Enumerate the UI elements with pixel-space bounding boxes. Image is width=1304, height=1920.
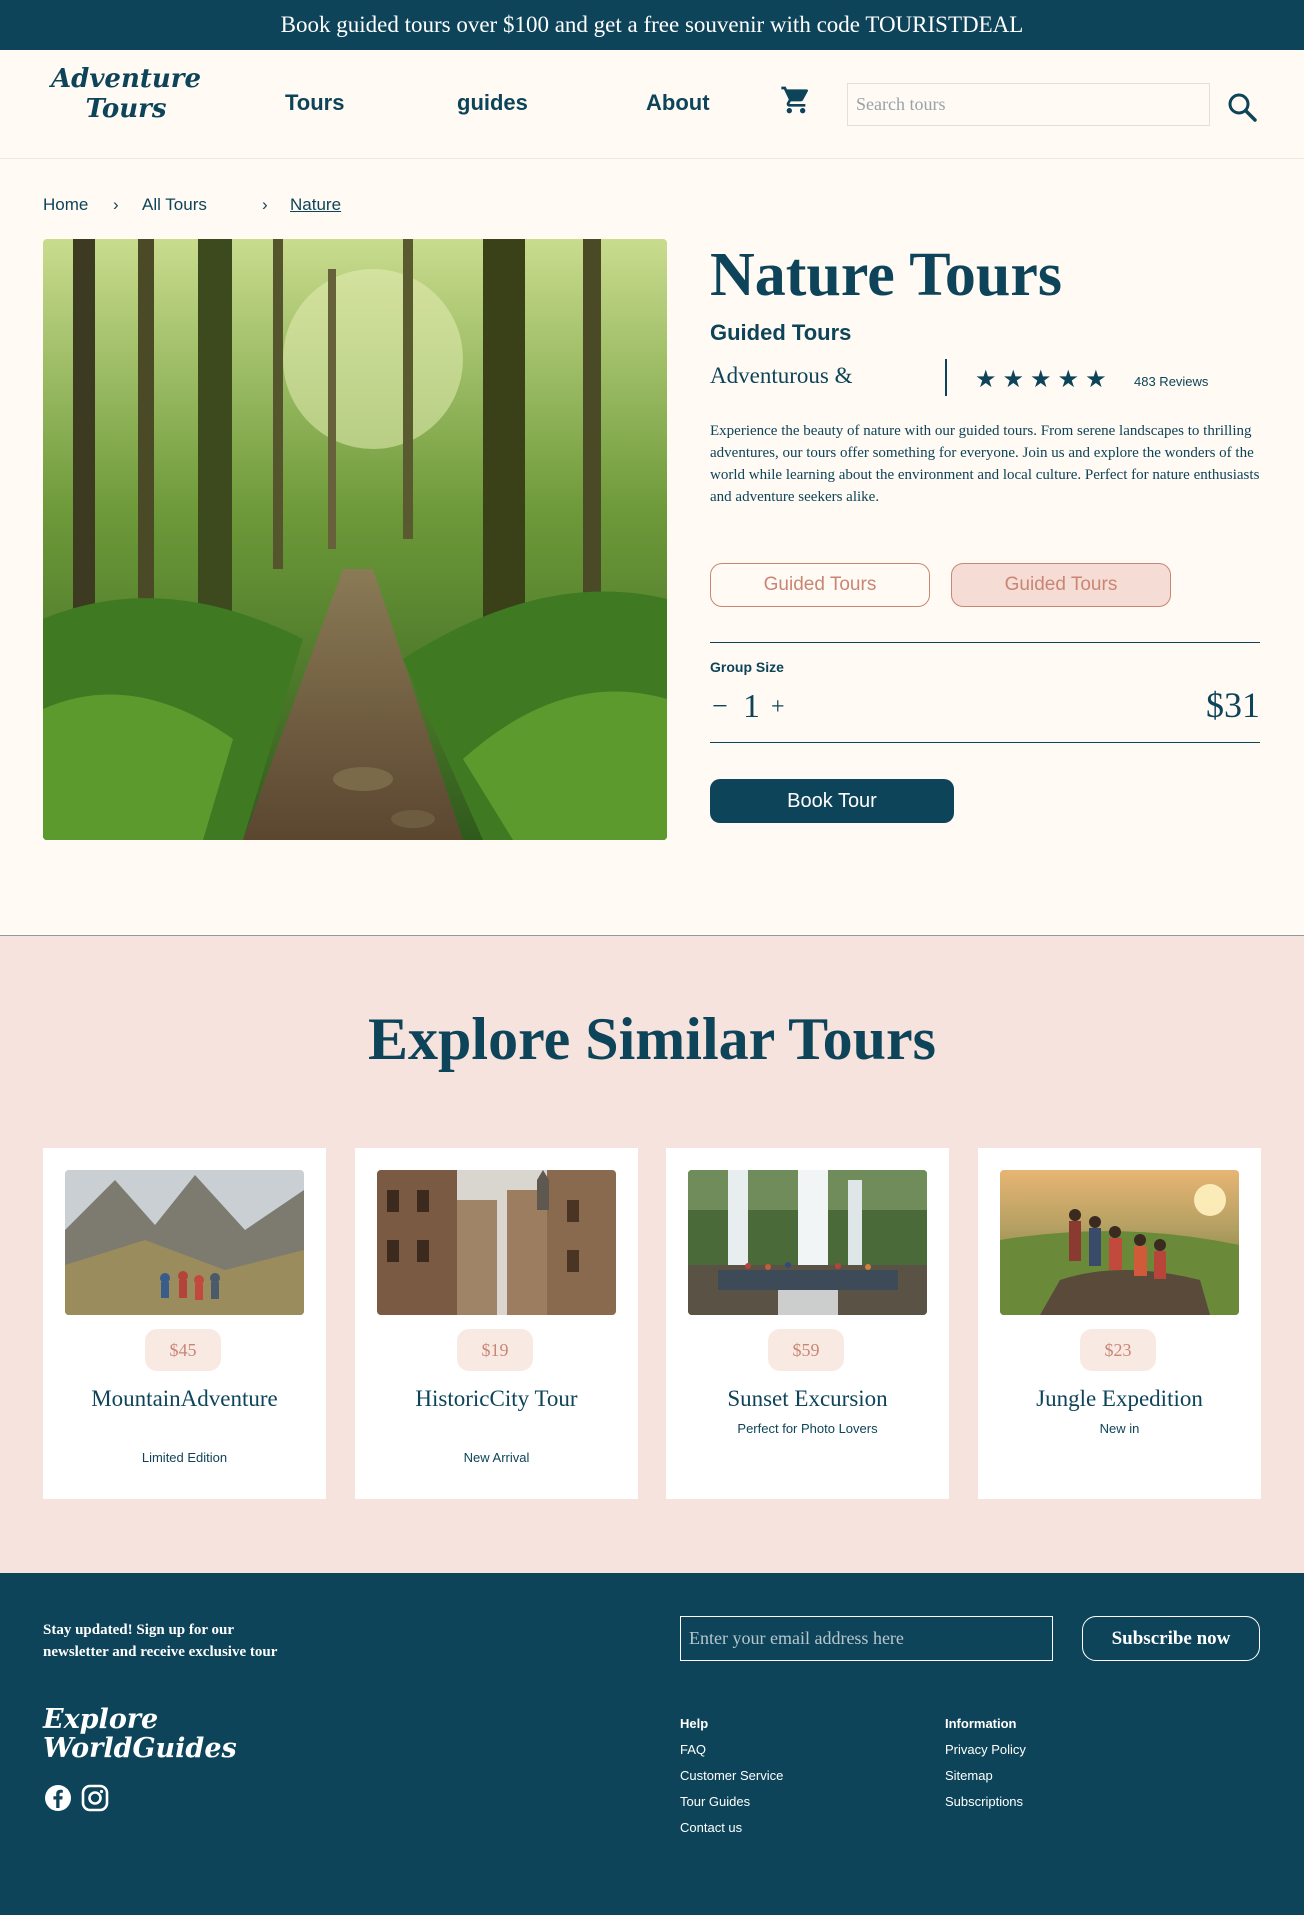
search-input[interactable] (847, 83, 1210, 126)
tour-card-image (377, 1170, 616, 1315)
quantity-value: 1 (743, 688, 760, 725)
nav-guides[interactable]: guides (457, 90, 528, 116)
reviews-count[interactable]: 483 Reviews (1134, 374, 1208, 389)
footer-link-faq[interactable]: FAQ (680, 1742, 783, 1757)
tour-card-badge: Limited Edition (141, 1450, 228, 1465)
logo-line-2: Tours (85, 94, 167, 124)
nav-tours[interactable]: Tours (285, 90, 344, 116)
tour-card-badge: Perfect for Photo Lovers (737, 1421, 878, 1436)
facebook-icon[interactable] (44, 1784, 72, 1812)
tour-card[interactable]: $19 HistoricCity Tour New Arrival (355, 1148, 638, 1499)
tour-hero-image (43, 239, 667, 840)
site-footer: Stay updated! Sign up for our newsletter… (0, 1573, 1304, 1915)
footer-link-tour-guides[interactable]: Tour Guides (680, 1794, 783, 1809)
promo-banner: Book guided tours over $100 and get a fr… (0, 0, 1304, 50)
tour-card-image (1000, 1170, 1239, 1315)
tour-card-image (688, 1170, 927, 1315)
product-price: $31 (1206, 685, 1260, 725)
tour-card-price: $59 (768, 1329, 844, 1371)
subscribe-button[interactable]: Subscribe now (1082, 1616, 1260, 1661)
book-tour-button[interactable]: Book Tour (710, 779, 954, 823)
newsletter-text: Stay updated! Sign up for our newsletter… (43, 1622, 278, 1660)
tour-card-name[interactable]: MountainAdventure (43, 1386, 326, 1412)
tour-card[interactable]: $45 MountainAdventure Limited Edition (43, 1148, 326, 1499)
footer-logo[interactable]: Explore WorldGuides (43, 1705, 263, 1763)
page-bottom-edge (0, 1915, 1304, 1920)
tour-card-name[interactable]: Jungle Expedition (978, 1386, 1261, 1412)
tour-card[interactable]: $59 Sunset Excursion Perfect for Photo L… (666, 1148, 949, 1499)
product-subtitle: Guided Tours (710, 320, 852, 345)
divider (945, 359, 947, 396)
breadcrumb-separator: › (262, 195, 268, 214)
product-tagline: Adventurous & (710, 363, 853, 388)
tour-card-image (65, 1170, 304, 1315)
page-title: Nature Tours (710, 241, 1062, 309)
footer-link-subscriptions[interactable]: Subscriptions (945, 1794, 1026, 1809)
divider (710, 742, 1260, 743)
footer-information-column: Information Privacy Policy Sitemap Subsc… (945, 1716, 1026, 1820)
tour-card-price: $45 (145, 1329, 221, 1371)
breadcrumb-home[interactable]: Home (43, 195, 88, 215)
footer-link-contact[interactable]: Contact us (680, 1820, 783, 1835)
tour-card-name[interactable]: Sunset Excursion (666, 1386, 949, 1412)
increment-button[interactable]: + (771, 694, 785, 721)
footer-logo-line-2: WorldGuides (43, 1733, 237, 1764)
footer-logo-line-1: Explore (43, 1704, 159, 1735)
tour-card-badge: New Arrival (463, 1450, 530, 1465)
tour-card-price: $23 (1080, 1329, 1156, 1371)
option-guided-tours-selected[interactable]: Guided Tours (951, 563, 1171, 607)
instagram-icon[interactable] (81, 1784, 109, 1812)
breadcrumb-all-tours[interactable]: All Tours (142, 195, 207, 215)
rating-stars: ★★★★★ (975, 367, 1113, 393)
tour-card-price: $19 (457, 1329, 533, 1371)
site-logo[interactable]: Adventure Tours (46, 64, 206, 124)
footer-help-heading: Help (680, 1716, 709, 1731)
footer-link-sitemap[interactable]: Sitemap (945, 1768, 1026, 1783)
footer-help-column: Help FAQ Customer Service Tour Guides Co… (680, 1716, 783, 1846)
divider (710, 642, 1260, 643)
nav-about[interactable]: About (646, 90, 710, 116)
tour-card-name[interactable]: HistoricCity Tour (355, 1386, 638, 1412)
footer-link-privacy[interactable]: Privacy Policy (945, 1742, 1026, 1757)
email-field[interactable] (680, 1616, 1053, 1661)
tour-card[interactable]: $23 Jungle Expedition New in (978, 1148, 1261, 1499)
search-icon[interactable] (1226, 91, 1258, 123)
breadcrumb-current[interactable]: Nature (290, 195, 341, 215)
decrement-button[interactable]: − (712, 691, 728, 723)
footer-information-heading: Information (945, 1716, 1017, 1731)
option-guided-tours[interactable]: Guided Tours (710, 563, 930, 607)
site-header: Adventure Tours Tours guides About (0, 50, 1304, 159)
similar-tours-title: Explore Similar Tours (368, 1006, 936, 1072)
footer-link-customer-service[interactable]: Customer Service (680, 1768, 783, 1783)
breadcrumb-separator: › (113, 195, 119, 214)
group-size-label: Group Size (710, 659, 784, 675)
tour-card-badge: New in (1099, 1421, 1140, 1436)
product-description: Experience the beauty of nature with our… (710, 423, 1260, 505)
cart-icon[interactable] (780, 84, 812, 116)
logo-line-1: Adventure (50, 64, 202, 94)
